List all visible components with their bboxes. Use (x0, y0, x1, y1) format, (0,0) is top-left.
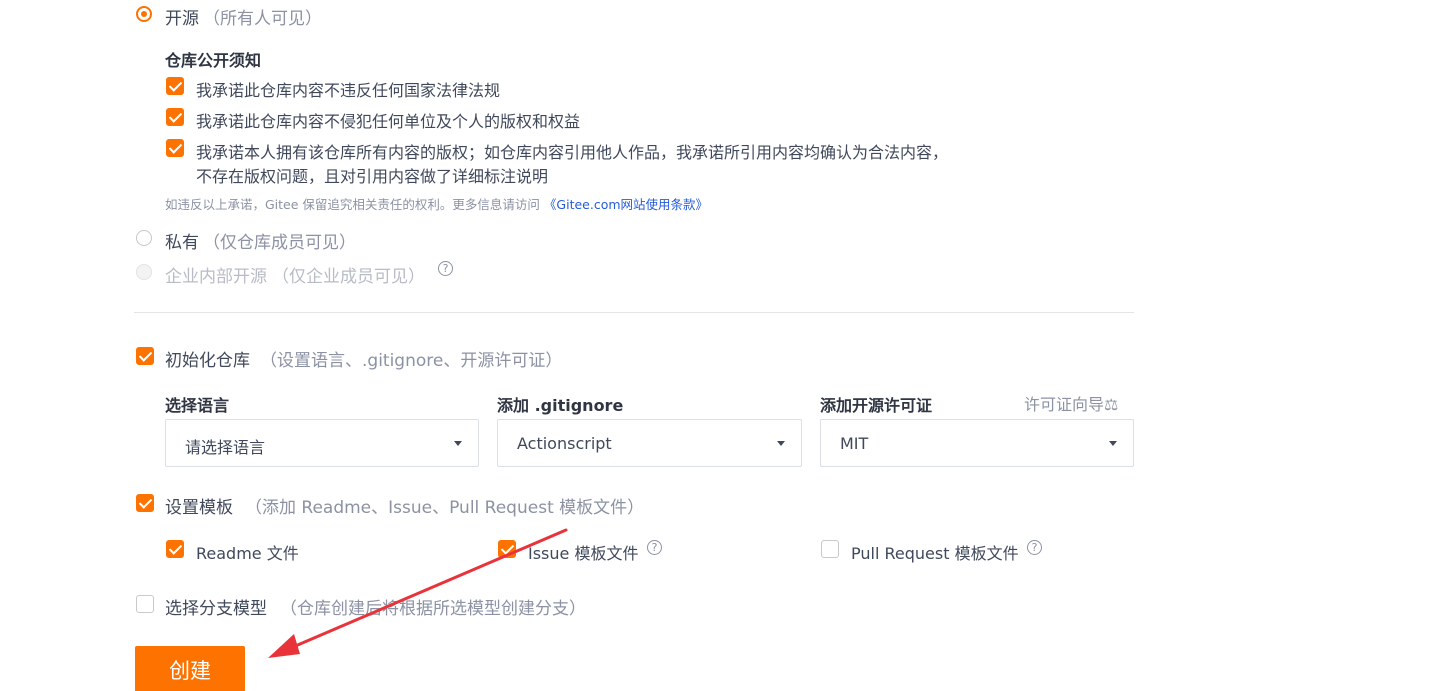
notice-item-3: 我承诺本人拥有该仓库所有内容的版权；如仓库内容引用他人作品，我承诺所引用内容均确… (196, 143, 949, 162)
license-wizard-link[interactable]: 许可证向导⚖ (1024, 391, 1118, 415)
visibility-enterprise-label: 企业内部开源 (165, 267, 267, 287)
visibility-private-label[interactable]: 私有 (165, 228, 199, 253)
visibility-public-note: （所有人可见） (203, 9, 322, 29)
terms-link[interactable]: 《Gitee.com网站使用条款》 (544, 197, 708, 212)
issue-template-checkbox[interactable] (498, 540, 516, 558)
license-label: 添加开源许可证 (820, 396, 933, 415)
issue-help-icon[interactable]: ? (647, 540, 662, 555)
branch-model-label[interactable]: 选择分支模型 (165, 594, 267, 619)
license-wizard-label: 许可证向导 (1024, 395, 1105, 414)
notice-item-1: 我承诺此仓库内容不违反任何国家法律法规 (196, 81, 501, 100)
init-repo-note: （设置语言、.gitignore、开源许可证） (260, 351, 563, 371)
pull-request-template-label[interactable]: Pull Request 模板文件 (851, 540, 1019, 564)
chevron-down-icon (777, 441, 785, 446)
visibility-public-label[interactable]: 开源 (165, 4, 199, 29)
notice-item-2: 我承诺此仓库内容不侵犯任何单位及个人的版权和权益 (196, 112, 581, 131)
gitignore-select-value: Actionscript (517, 434, 612, 453)
readme-label[interactable]: Readme 文件 (196, 540, 299, 564)
notice-checkbox-3[interactable] (166, 139, 184, 157)
init-repo-label[interactable]: 初始化仓库 (165, 346, 250, 371)
create-repo-form: 开源 （所有人可见） 仓库公开须知 我承诺此仓库内容不违反任何国家法律法规 我承… (0, 0, 1438, 691)
issue-template-label[interactable]: Issue 模板文件 (528, 540, 638, 564)
language-select[interactable]: 请选择语言 (165, 419, 479, 467)
section-divider (134, 312, 1134, 313)
scale-icon: ⚖ (1104, 395, 1119, 414)
gitignore-select[interactable]: Actionscript (497, 419, 802, 467)
visibility-private-note: （仅仓库成员可见） (203, 233, 356, 253)
pull-request-help-icon[interactable]: ? (1027, 540, 1042, 555)
enterprise-help-icon[interactable]: ? (438, 261, 453, 276)
chevron-down-icon (454, 441, 462, 446)
gitignore-label: 添加 .gitignore (497, 396, 624, 415)
branch-model-checkbox[interactable] (136, 595, 154, 613)
license-select-value: MIT (840, 434, 869, 453)
notice-disclaimer: 如违反以上承诺，Gitee 保留追究相关责任的权利。更多信息请访问 《Gitee… (165, 194, 708, 213)
language-select-value: 请选择语言 (185, 438, 266, 457)
init-repo-checkbox[interactable] (136, 347, 154, 365)
pull-request-template-checkbox[interactable] (821, 540, 839, 558)
disclaimer-text: 如违反以上承诺，Gitee 保留追究相关责任的权利。更多信息请访问 (165, 197, 540, 212)
notice-checkbox-1[interactable] (166, 77, 184, 95)
visibility-enterprise-radio (136, 264, 152, 280)
chevron-down-icon (1109, 441, 1117, 446)
visibility-enterprise-note: （仅企业成员可见） (272, 267, 425, 287)
visibility-private-radio[interactable] (136, 230, 152, 246)
templates-label[interactable]: 设置模板 (165, 493, 233, 518)
templates-checkbox[interactable] (136, 494, 154, 512)
visibility-public-radio[interactable] (136, 6, 152, 22)
notice-checkbox-2[interactable] (166, 108, 184, 126)
language-label: 选择语言 (165, 396, 230, 415)
create-button[interactable]: 创建 (135, 646, 245, 691)
notice-item-3-cont: 不存在版权问题，且对引用内容做了详细标注说明 (196, 167, 549, 186)
public-notice-title: 仓库公开须知 (165, 51, 262, 70)
readme-checkbox[interactable] (166, 540, 184, 558)
templates-note: （添加 Readme、Issue、Pull Request 模板文件） (245, 498, 645, 518)
branch-model-note: （仓库创建后将根据所选模型创建分支） (280, 599, 586, 619)
license-select[interactable]: MIT (820, 419, 1134, 467)
